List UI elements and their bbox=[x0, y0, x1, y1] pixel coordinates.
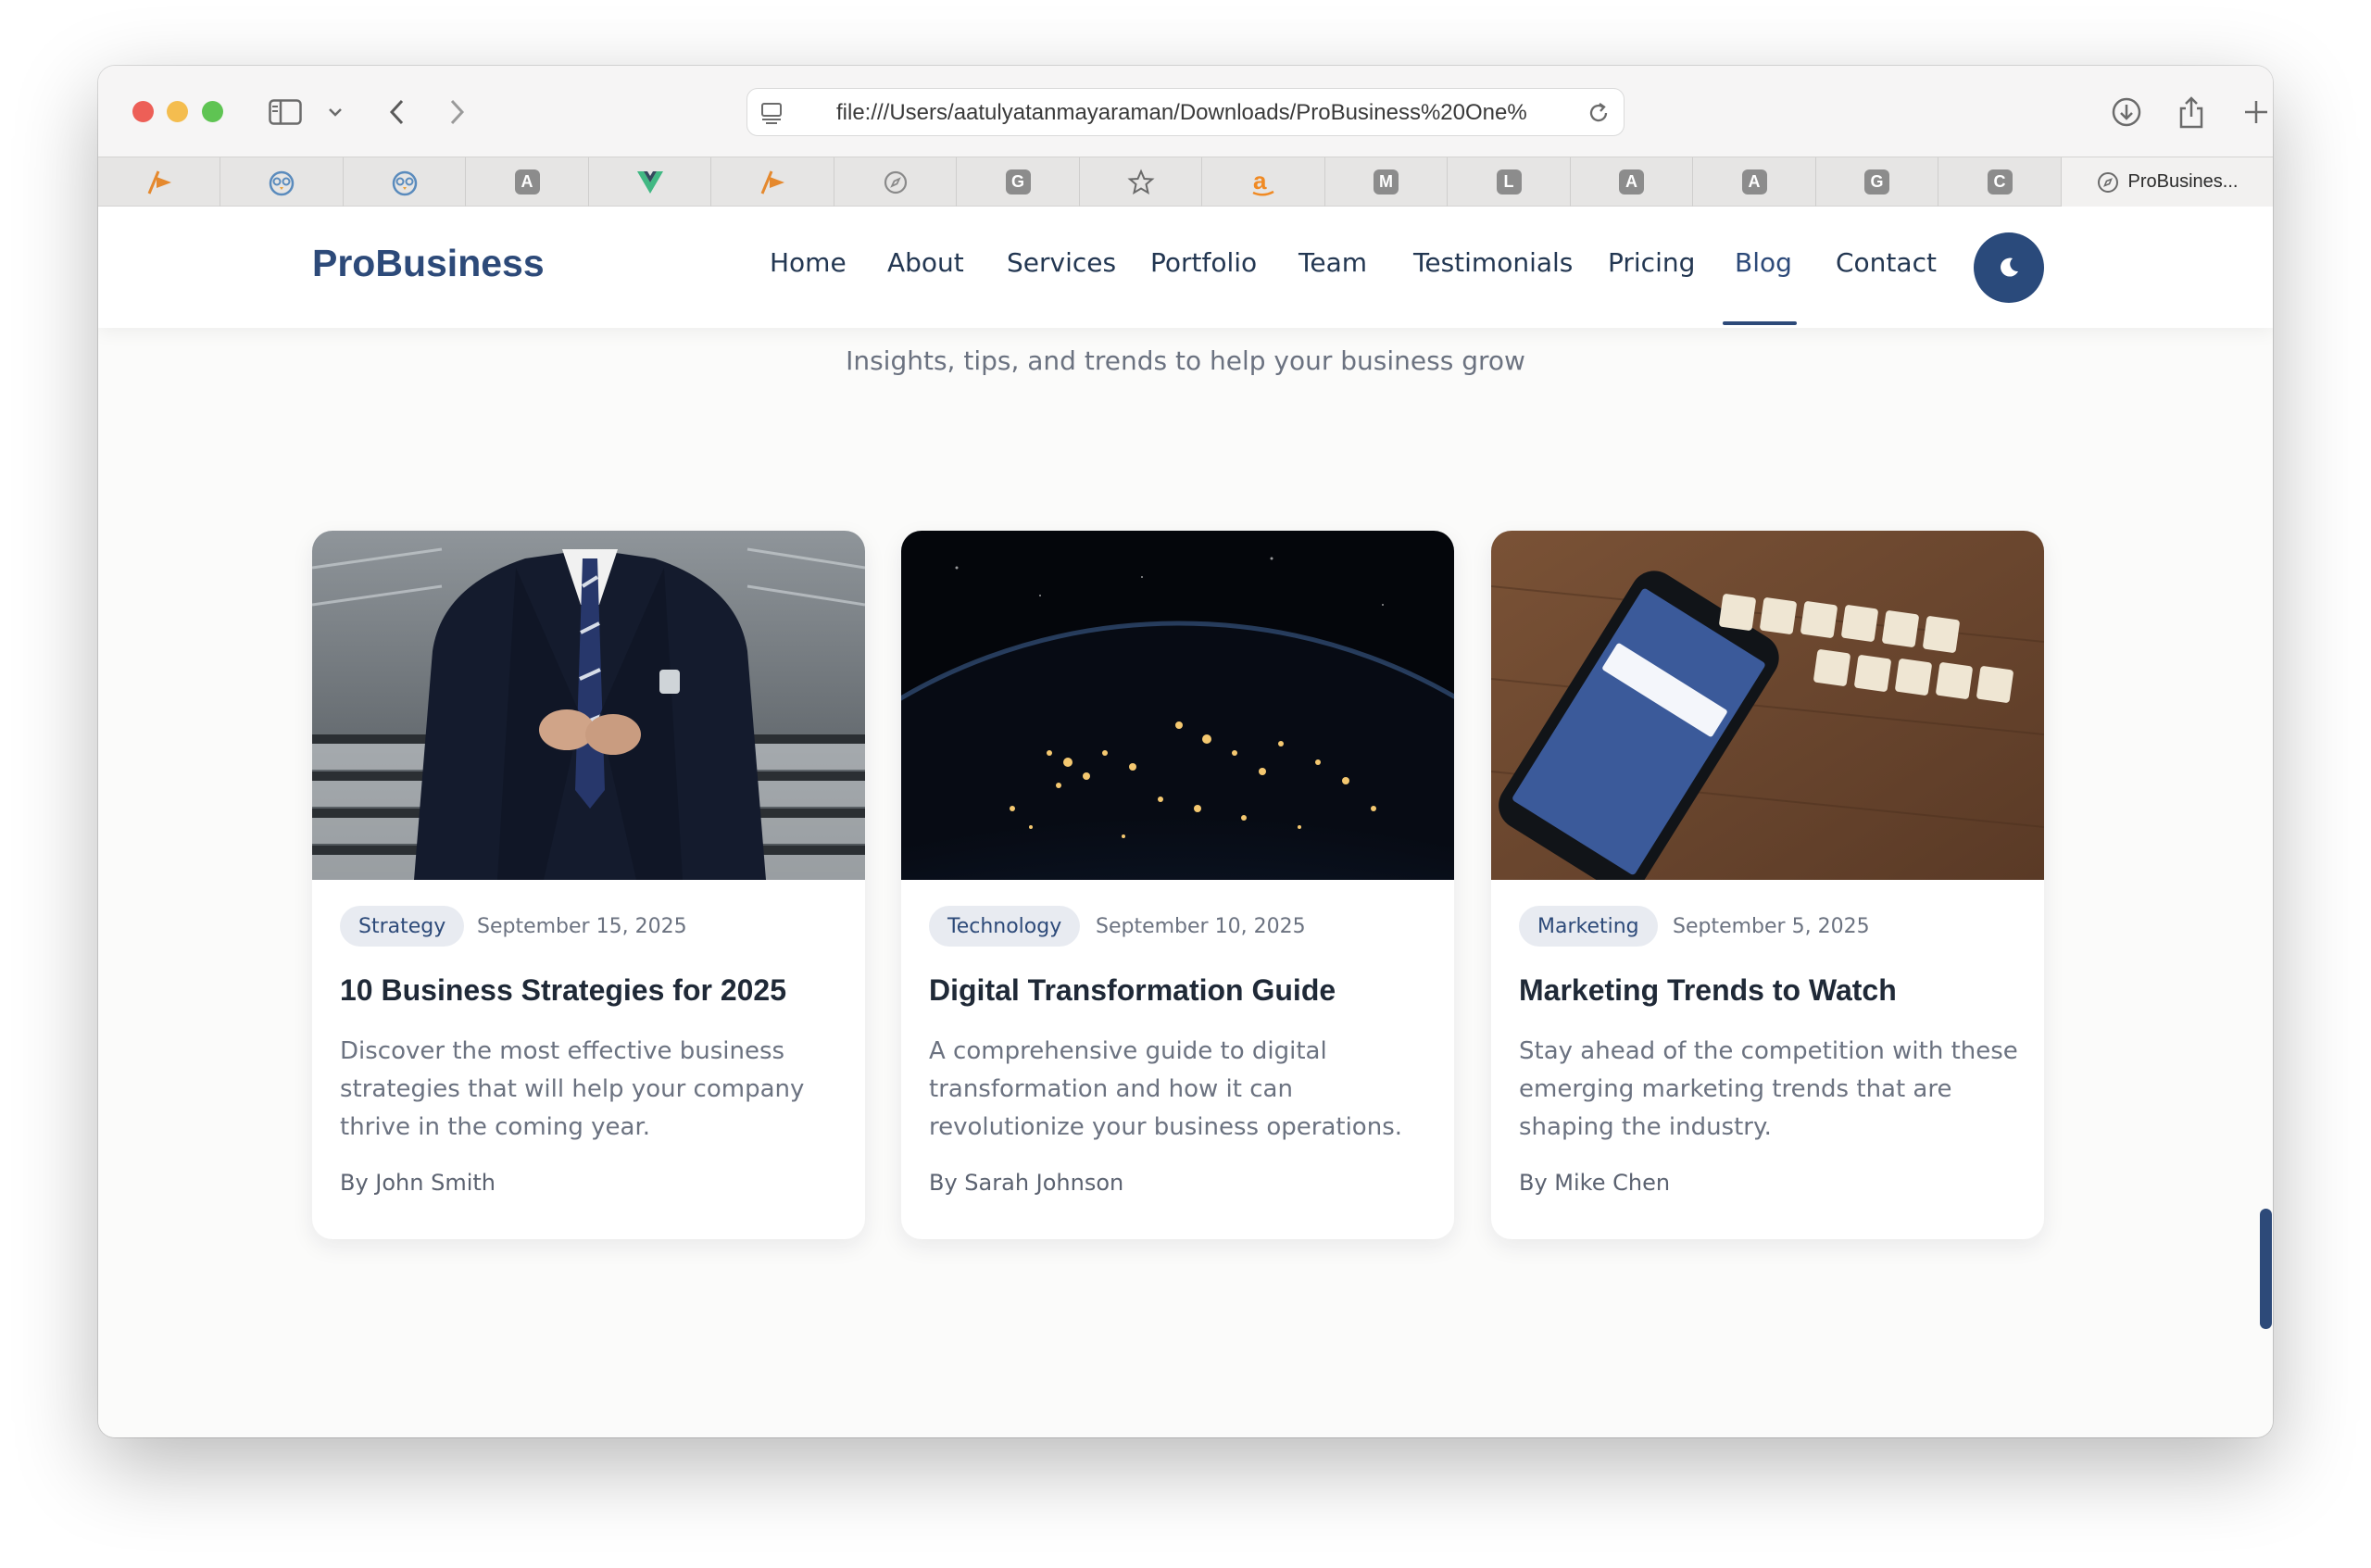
category-tag[interactable]: Technology bbox=[929, 906, 1081, 947]
blog-card[interactable]: Technology September 10, 2025 Digital Tr… bbox=[901, 531, 1454, 1239]
letter-a-icon: A bbox=[514, 169, 540, 194]
theme-toggle-button[interactable] bbox=[1974, 232, 2044, 303]
post-author: By Mike Chen bbox=[1519, 1170, 1671, 1196]
amazon-icon: a bbox=[1250, 169, 1276, 196]
favorite-a-bookmark[interactable]: A bbox=[1571, 157, 1693, 207]
favorite-bookmark[interactable] bbox=[344, 157, 466, 207]
page-settings-icon[interactable] bbox=[760, 101, 784, 130]
svg-text:a: a bbox=[1253, 169, 1267, 194]
post-excerpt: A comprehensive guide to digital transfo… bbox=[929, 1037, 1402, 1141]
letter-c-icon: C bbox=[1987, 169, 2013, 194]
browser-toolbar: file:///Users/aatulyatanmayaraman/Downlo… bbox=[98, 66, 2273, 157]
page-scrollbar[interactable] bbox=[2260, 1209, 2272, 1329]
site-logo[interactable]: ProBusiness bbox=[312, 242, 545, 285]
post-date: September 5, 2025 bbox=[1673, 915, 1870, 938]
blog-card[interactable]: Strategy September 15, 2025 10 Business … bbox=[312, 531, 865, 1239]
favorite-bookmark[interactable] bbox=[834, 157, 957, 207]
favorite-bookmark[interactable] bbox=[712, 157, 834, 207]
favorites-bar: ProBusines... A Ga M L A A G C bbox=[98, 157, 2273, 207]
nav-link-testimonials[interactable]: Testimonials bbox=[1413, 247, 1573, 278]
active-tab-title: ProBusines... bbox=[2127, 171, 2239, 192]
section-subtitle: Insights, tips, and trends to help your … bbox=[846, 345, 1525, 376]
favorite-bookmark[interactable]: a bbox=[1203, 157, 1325, 207]
letter-a-icon: A bbox=[1741, 169, 1767, 194]
post-date: September 15, 2025 bbox=[477, 915, 687, 938]
orange-arrow-icon bbox=[759, 169, 786, 195]
sidebar-toggle-icon[interactable] bbox=[267, 94, 304, 131]
minimize-window-button[interactable] bbox=[167, 101, 188, 122]
forward-arrow-icon[interactable] bbox=[439, 94, 476, 131]
favorite-m-bookmark[interactable]: M bbox=[1325, 157, 1448, 207]
back-arrow-icon[interactable] bbox=[378, 94, 415, 131]
close-window-button[interactable] bbox=[132, 101, 154, 122]
chevron-down-icon[interactable] bbox=[324, 94, 346, 131]
orange-arrow-icon bbox=[145, 169, 173, 195]
nav-link-blog[interactable]: Blog bbox=[1735, 247, 1792, 278]
businessman-suit-image bbox=[312, 531, 865, 880]
favorite-g-bookmark[interactable]: G bbox=[1816, 157, 1938, 207]
letter-m-icon: M bbox=[1374, 169, 1399, 194]
favorite-l-bookmark[interactable]: L bbox=[1449, 157, 1571, 207]
owl-icon bbox=[268, 169, 295, 196]
new-tab-icon[interactable] bbox=[2238, 94, 2273, 131]
site-navbar: ProBusiness Home About Services Portfoli… bbox=[98, 207, 2273, 328]
moon-icon bbox=[2001, 257, 2018, 277]
favorite-g-bookmark[interactable]: G bbox=[958, 157, 1080, 207]
favorite-bookmark[interactable] bbox=[589, 157, 711, 207]
browser-window: file:///Users/aatulyatanmayaraman/Downlo… bbox=[98, 66, 2273, 1437]
social-media-phone-image bbox=[1491, 531, 2044, 880]
letter-a-icon: A bbox=[1619, 169, 1644, 194]
favorite-a-bookmark[interactable]: A bbox=[467, 157, 589, 207]
post-date: September 10, 2025 bbox=[1096, 915, 1306, 938]
favorite-c-bookmark[interactable]: C bbox=[1939, 157, 2062, 207]
earth-night-lights-image bbox=[901, 531, 1454, 880]
category-tag[interactable]: Marketing bbox=[1519, 906, 1658, 947]
post-title[interactable]: Digital Transformation Guide bbox=[929, 973, 1336, 1008]
category-tag[interactable]: Strategy bbox=[340, 906, 465, 947]
post-author: By Sarah Johnson bbox=[929, 1170, 1124, 1196]
share-icon[interactable] bbox=[2173, 94, 2210, 131]
post-title[interactable]: 10 Business Strategies for 2025 bbox=[340, 973, 786, 1008]
favorite-bookmark[interactable] bbox=[1080, 157, 1202, 207]
nav-link-team[interactable]: Team bbox=[1298, 247, 1367, 278]
zoom-window-button[interactable] bbox=[202, 101, 223, 122]
nav-link-home[interactable]: Home bbox=[770, 247, 847, 278]
vue-icon bbox=[636, 169, 664, 195]
letter-g-icon: G bbox=[1005, 169, 1031, 194]
nav-link-contact[interactable]: Contact bbox=[1836, 247, 1937, 278]
compass-icon bbox=[883, 169, 909, 195]
favorite-bookmark[interactable] bbox=[98, 157, 220, 207]
post-excerpt: Stay ahead of the competition with these… bbox=[1519, 1037, 2018, 1141]
nav-link-about[interactable]: About bbox=[887, 247, 964, 278]
owl-icon bbox=[391, 169, 419, 196]
address-bar[interactable]: file:///Users/aatulyatanmayaraman/Downlo… bbox=[746, 88, 1625, 136]
post-excerpt: Discover the most effective business str… bbox=[340, 1037, 805, 1141]
favorite-a-bookmark[interactable]: A bbox=[1694, 157, 1816, 207]
blog-card[interactable]: Marketing September 5, 2025 Marketing Tr… bbox=[1491, 531, 2044, 1239]
nav-link-portfolio[interactable]: Portfolio bbox=[1150, 247, 1257, 278]
nav-link-services[interactable]: Services bbox=[1007, 247, 1116, 278]
letter-g-icon: G bbox=[1864, 169, 1889, 194]
web-page: ProBusiness Home About Services Portfoli… bbox=[98, 207, 2273, 1437]
post-author: By John Smith bbox=[340, 1170, 496, 1196]
nav-link-pricing[interactable]: Pricing bbox=[1608, 247, 1695, 278]
reload-icon[interactable] bbox=[1587, 100, 1611, 131]
favorite-bookmark[interactable] bbox=[221, 157, 344, 207]
active-tab[interactable]: ProBusines... bbox=[2062, 157, 2273, 207]
url-text: file:///Users/aatulyatanmayaraman/Downlo… bbox=[836, 100, 1527, 125]
downloads-icon[interactable] bbox=[2108, 94, 2145, 131]
post-title[interactable]: Marketing Trends to Watch bbox=[1519, 973, 1897, 1008]
active-nav-indicator bbox=[1723, 321, 1797, 325]
compass-icon bbox=[2097, 171, 2118, 193]
star-icon bbox=[1126, 169, 1155, 196]
letter-l-icon: L bbox=[1496, 169, 1522, 194]
